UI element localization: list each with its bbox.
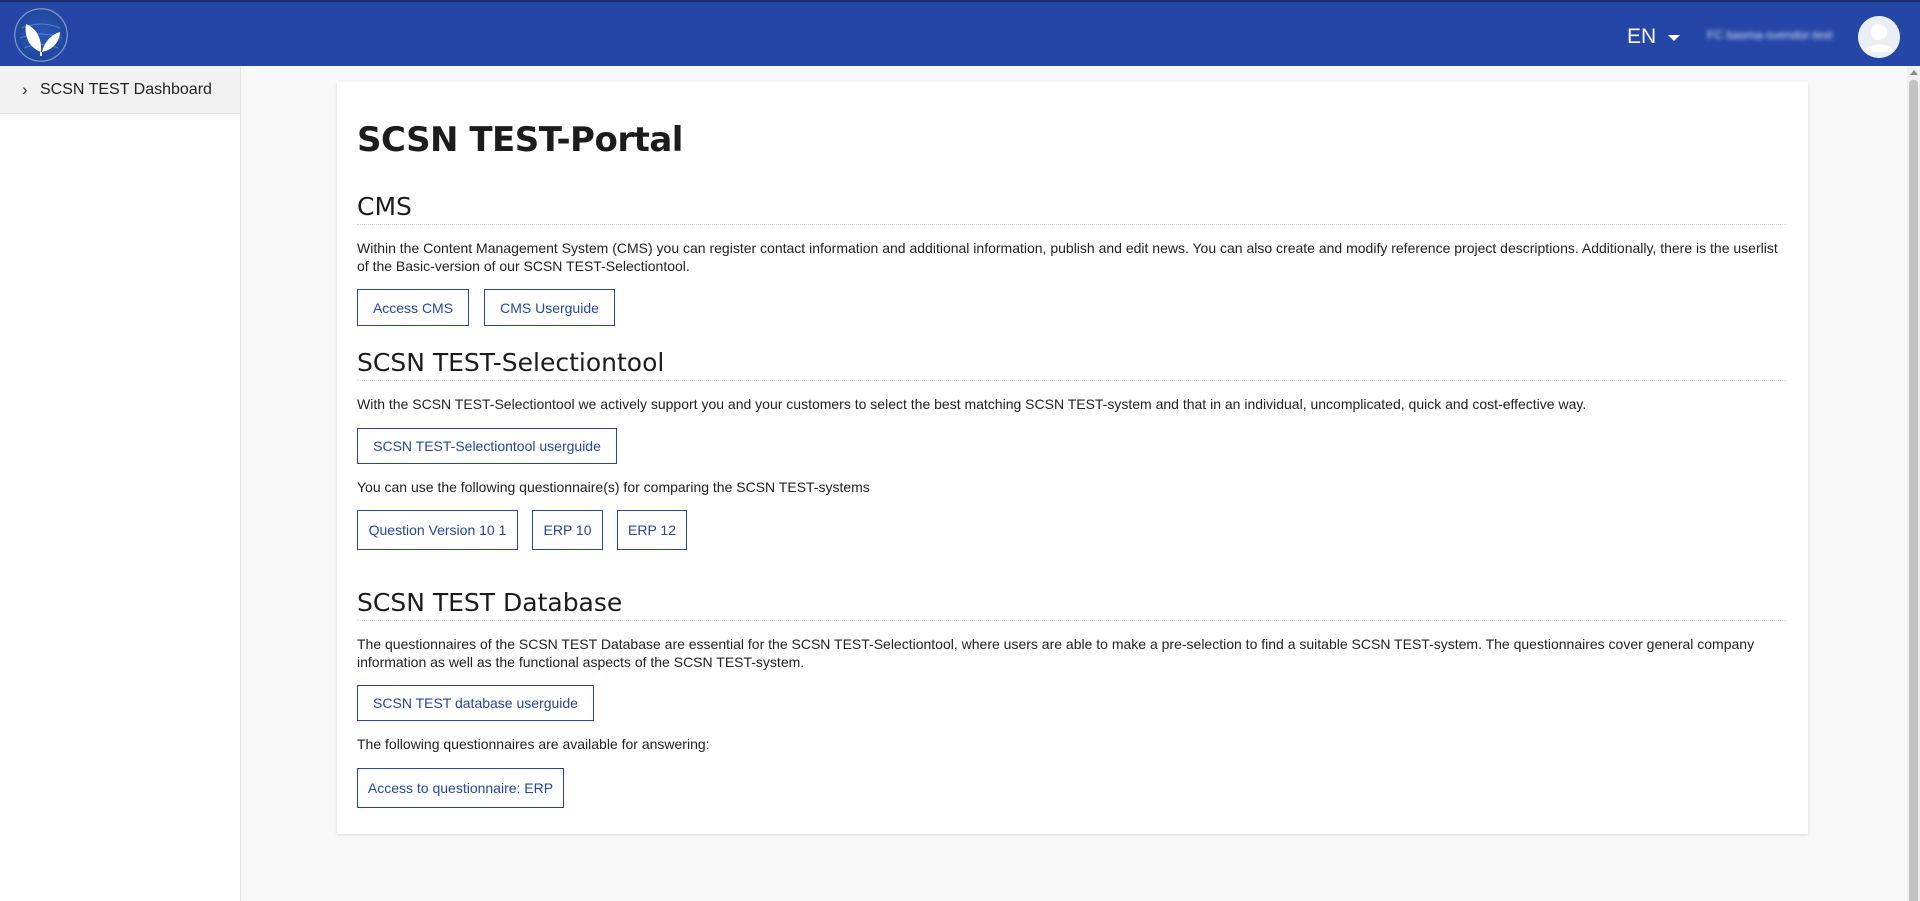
database-divider: [357, 620, 1787, 621]
user-avatar-icon[interactable]: [1858, 16, 1900, 58]
questionnaire-intro-text: You can use the following questionnaire(…: [357, 479, 870, 495]
caret-down-icon: [1668, 35, 1681, 41]
cms-description: Within the Content Management System (CM…: [357, 240, 1778, 274]
selectiontool-heading: SCSN TEST-Selectiontool: [357, 348, 665, 377]
language-selector[interactable]: EN: [1627, 24, 1681, 50]
cms-divider: [357, 224, 1787, 225]
selectiontool-description: With the SCSN TEST-Selectiontool we acti…: [357, 396, 1587, 412]
username-label: FC basma-svendor-test: [1707, 28, 1833, 42]
question-version-10-1-button[interactable]: Question Version 10 1: [357, 510, 518, 550]
erp-10-button[interactable]: ERP 10: [532, 510, 603, 550]
cms-userguide-button[interactable]: CMS Userguide: [484, 289, 615, 326]
scrollbar-thumb[interactable]: [1909, 80, 1918, 901]
scroll-up-arrow-icon[interactable]: [1910, 70, 1918, 75]
database-userguide-button[interactable]: SCSN TEST database userguide: [357, 685, 594, 721]
sidebar: › SCSN TEST Dashboard: [0, 66, 241, 901]
database-description: The questionnaires of the SCSN TEST Data…: [357, 636, 1755, 670]
top-navigation-bar: EN FC basma-svendor-test: [0, 0, 1920, 66]
sidebar-item-label: SCSN TEST Dashboard: [40, 80, 212, 98]
chevron-right-icon: ›: [22, 79, 28, 99]
erp-12-button[interactable]: ERP 12: [617, 510, 687, 550]
available-questionnaires-text: The following questionnaires are availab…: [357, 736, 710, 752]
sidebar-item-dashboard[interactable]: › SCSN TEST Dashboard: [0, 66, 240, 114]
page-scrollbar[interactable]: [1907, 66, 1920, 901]
cms-heading: CMS: [357, 192, 412, 221]
page-title: SCSN TEST-Portal: [357, 120, 683, 160]
leaf-globe-logo[interactable]: [14, 8, 68, 62]
access-cms-button[interactable]: Access CMS: [357, 289, 469, 326]
database-heading: SCSN TEST Database: [357, 588, 623, 617]
language-label: EN: [1627, 25, 1657, 48]
access-questionnaire-erp-button[interactable]: Access to questionnaire: ERP: [357, 768, 564, 808]
selectiontool-userguide-button[interactable]: SCSN TEST-Selectiontool userguide: [357, 428, 617, 464]
selectiontool-divider: [357, 380, 1787, 381]
portal-card: SCSN TEST-Portal CMS Within the Content …: [337, 82, 1808, 834]
